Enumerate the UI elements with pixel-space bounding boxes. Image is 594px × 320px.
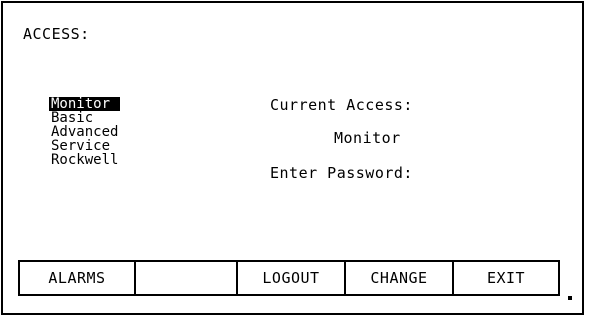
softkey-bar: ALARMS LOGOUT CHANGE EXIT <box>18 260 560 296</box>
alarms-button[interactable]: ALARMS <box>18 260 136 296</box>
access-level-service[interactable]: Service <box>49 139 120 153</box>
access-level-basic[interactable]: Basic <box>49 111 120 125</box>
blank-softkey[interactable] <box>134 260 238 296</box>
cursor-dot <box>568 296 572 300</box>
access-level-list: Monitor Basic Advanced Service Rockwell <box>49 97 121 167</box>
current-access-value: Monitor <box>334 129 401 147</box>
change-button[interactable]: CHANGE <box>344 260 454 296</box>
access-level-rockwell[interactable]: Rockwell <box>49 153 120 167</box>
password-label: Enter Password: <box>270 164 413 182</box>
logout-button[interactable]: LOGOUT <box>236 260 346 296</box>
screen-title: ACCESS: <box>23 25 90 43</box>
access-level-advanced[interactable]: Advanced <box>49 125 120 139</box>
current-access-label: Current Access: <box>270 96 413 114</box>
access-level-monitor[interactable]: Monitor <box>49 97 121 111</box>
exit-button[interactable]: EXIT <box>452 260 560 296</box>
